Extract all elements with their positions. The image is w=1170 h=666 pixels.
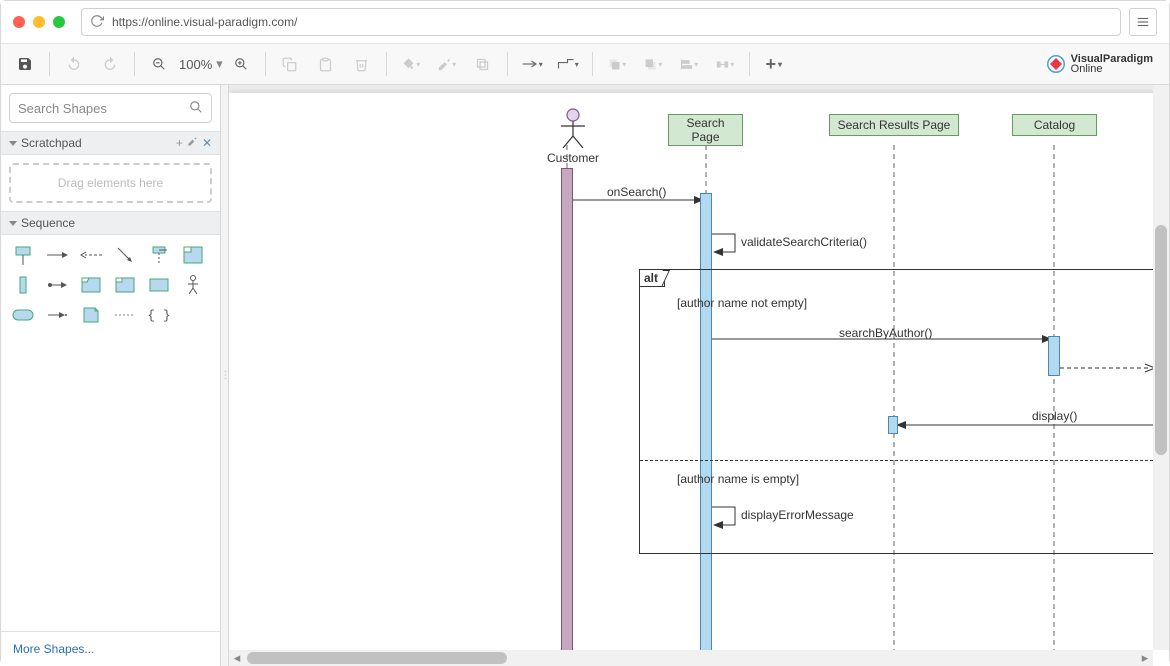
shape-divider[interactable] bbox=[111, 303, 139, 327]
shape-lifeline[interactable] bbox=[9, 243, 37, 267]
participant-results-page[interactable]: Search Results Page bbox=[829, 114, 959, 136]
horizontal-scrollbar[interactable]: ◂ ▸ bbox=[229, 650, 1153, 666]
more-shapes-link[interactable]: More Shapes... bbox=[1, 631, 220, 666]
caret-down-icon bbox=[9, 221, 17, 226]
msg-validate[interactable]: validateSearchCriteria() bbox=[741, 235, 867, 249]
toback-button[interactable]: ▾ bbox=[637, 48, 669, 80]
shape-constraint[interactable]: { } bbox=[145, 303, 173, 327]
participant-catalog[interactable]: Catalog bbox=[1012, 114, 1097, 136]
shape-note[interactable] bbox=[77, 303, 105, 327]
msg-searchbyauthor[interactable]: searchByAuthor() bbox=[839, 326, 932, 340]
close-icon[interactable]: ✕ bbox=[202, 136, 212, 150]
shape-frame[interactable] bbox=[179, 243, 207, 267]
alt-operator-label: alt bbox=[639, 269, 665, 287]
minimize-window[interactable] bbox=[33, 16, 45, 28]
shape-palette: { } bbox=[1, 235, 220, 335]
shape-self[interactable] bbox=[43, 273, 71, 297]
waypoint-button[interactable]: ▾ bbox=[552, 48, 584, 80]
sequence-header[interactable]: Sequence bbox=[1, 211, 220, 235]
sidebar-resize-handle[interactable]: ⋮ bbox=[221, 85, 229, 666]
reload-icon[interactable] bbox=[90, 14, 104, 31]
shape-diag-arrow[interactable] bbox=[111, 243, 139, 267]
connector-button[interactable]: ▾ bbox=[516, 48, 548, 80]
vp-logo-icon bbox=[1047, 55, 1065, 73]
shape-found[interactable] bbox=[145, 243, 173, 267]
actor-icon bbox=[553, 108, 593, 148]
menu-button[interactable] bbox=[1129, 8, 1157, 36]
address-bar[interactable]: https://online.visual-paradigm.com/ bbox=[81, 8, 1121, 36]
align-button[interactable]: ▾ bbox=[673, 48, 705, 80]
maximize-window[interactable] bbox=[53, 16, 65, 28]
close-window[interactable] bbox=[13, 16, 25, 28]
caret-down-icon bbox=[9, 141, 17, 146]
alt-divider bbox=[640, 460, 1169, 461]
scratchpad-header[interactable]: Scratchpad + ✕ bbox=[1, 131, 220, 155]
actor-label: Customer bbox=[547, 151, 599, 165]
alt-fragment[interactable]: alt bbox=[639, 269, 1169, 554]
scrollbar-thumb[interactable] bbox=[247, 652, 507, 664]
brand-logo[interactable]: VisualParadigmOnline bbox=[1047, 54, 1161, 74]
scroll-right-icon[interactable]: ▸ bbox=[1137, 650, 1153, 666]
url-text: https://online.visual-paradigm.com/ bbox=[112, 15, 297, 29]
shape-lost[interactable] bbox=[43, 303, 71, 327]
vertical-scrollbar[interactable] bbox=[1153, 85, 1169, 650]
redo-button[interactable] bbox=[94, 48, 126, 80]
window-controls bbox=[13, 16, 65, 28]
shape-continuation[interactable] bbox=[9, 303, 37, 327]
search-shapes-input[interactable]: Search Shapes bbox=[9, 93, 212, 123]
search-icon bbox=[189, 100, 203, 117]
sidebar: Search Shapes Scratchpad + ✕ Drag elemen… bbox=[1, 85, 221, 666]
zoom-value[interactable]: 100% bbox=[177, 57, 214, 72]
zoom-dropdown-icon[interactable]: ▾ bbox=[216, 56, 223, 72]
add-icon[interactable]: + bbox=[176, 136, 183, 150]
delete-button[interactable] bbox=[346, 48, 378, 80]
guard-not-empty[interactable]: [author name not empty] bbox=[677, 296, 807, 310]
scratchpad-dropzone[interactable]: Drag elements here bbox=[9, 163, 212, 203]
msg-onsearch[interactable]: onSearch() bbox=[607, 185, 666, 199]
participant-search-page[interactable]: Search Page bbox=[668, 114, 743, 146]
tofront-button[interactable]: ▾ bbox=[601, 48, 633, 80]
msg-display[interactable]: display() bbox=[1032, 409, 1077, 423]
msg-displayerror[interactable]: displayErrorMessage bbox=[741, 508, 854, 522]
browser-bar: https://online.visual-paradigm.com/ bbox=[1, 1, 1169, 44]
edit-icon[interactable] bbox=[187, 136, 198, 150]
shape-frame2[interactable] bbox=[77, 273, 105, 297]
add-button[interactable]: +▾ bbox=[758, 48, 790, 80]
shape-arrow-open[interactable] bbox=[77, 243, 105, 267]
actor-customer[interactable]: Customer bbox=[547, 108, 599, 165]
distribute-button[interactable]: ▾ bbox=[709, 48, 741, 80]
zoom-out-button[interactable] bbox=[143, 48, 175, 80]
scrollbar-thumb[interactable] bbox=[1155, 225, 1167, 455]
scroll-left-icon[interactable]: ◂ bbox=[229, 650, 245, 666]
save-button[interactable] bbox=[9, 48, 41, 80]
toolbar: 100% ▾ ▾ ▾ ▾ ▾ ▾ ▾ ▾ ▾ +▾ bbox=[1, 44, 1169, 85]
shape-actor[interactable] bbox=[179, 273, 207, 297]
fill-button[interactable]: ▾ bbox=[395, 48, 427, 80]
shape-arrow-solid[interactable] bbox=[43, 243, 71, 267]
copy-button[interactable] bbox=[274, 48, 306, 80]
search-placeholder: Search Shapes bbox=[18, 101, 107, 116]
canvas[interactable]: Customer Search Page Search Results Page… bbox=[229, 85, 1169, 666]
undo-button[interactable] bbox=[58, 48, 90, 80]
zoom-in-button[interactable] bbox=[225, 48, 257, 80]
stroke-button[interactable]: ▾ bbox=[431, 48, 463, 80]
shape-activation[interactable] bbox=[9, 273, 37, 297]
guard-empty[interactable]: [author name is empty] bbox=[677, 472, 799, 486]
paste-button[interactable] bbox=[310, 48, 342, 80]
shape-frame3[interactable] bbox=[111, 273, 139, 297]
shape-rect[interactable] bbox=[145, 273, 173, 297]
shadow-button[interactable] bbox=[467, 48, 499, 80]
activation-customer[interactable] bbox=[561, 168, 573, 666]
